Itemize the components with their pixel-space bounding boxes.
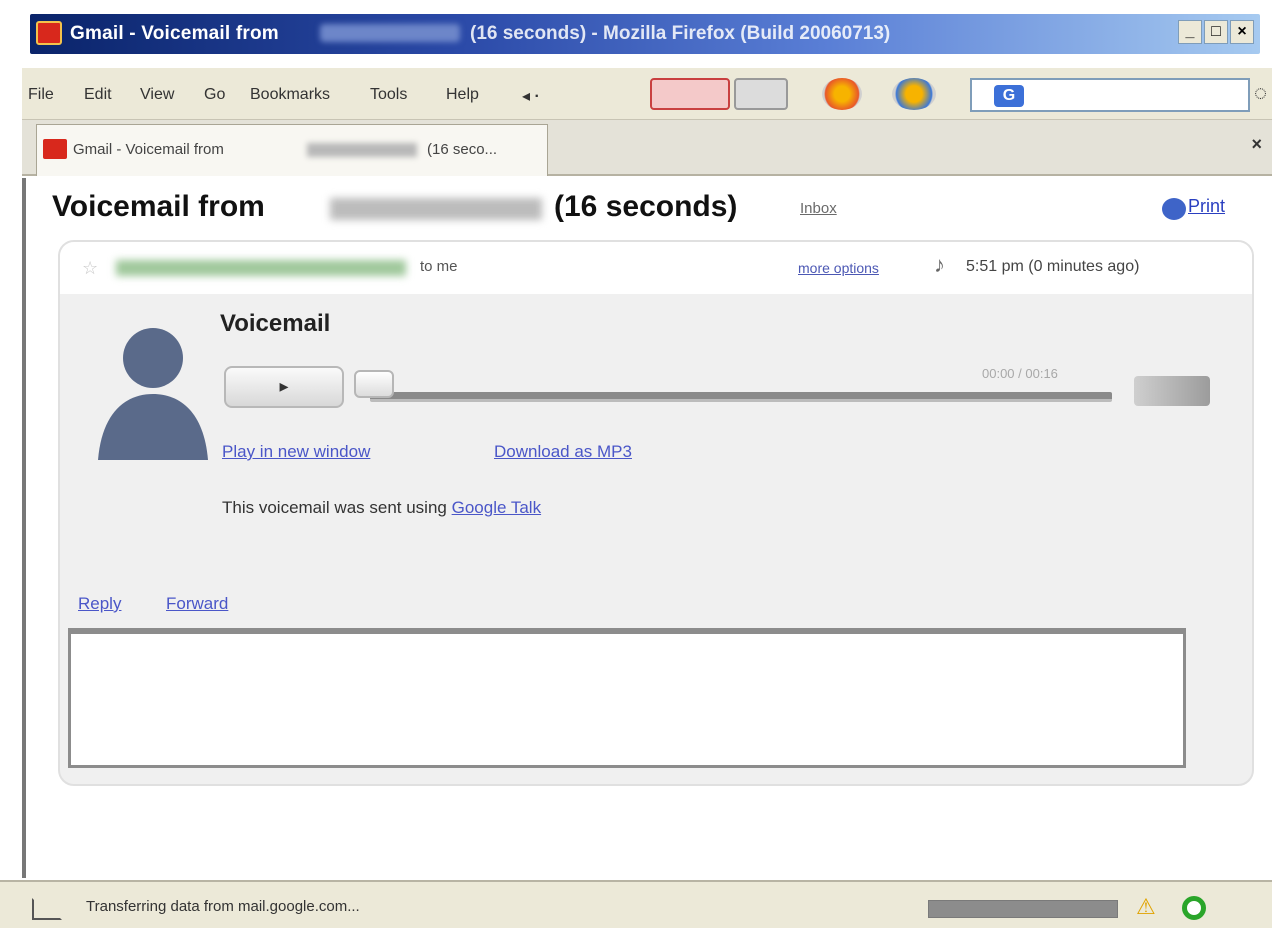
tab-label: Gmail - Voicemail from [73,141,224,158]
gmail-favicon-icon [43,139,67,159]
inbox-label[interactable]: Inbox [800,200,837,217]
forward-link[interactable]: Forward [166,594,228,614]
print-icon[interactable] [1162,198,1186,220]
extension-icon-1[interactable] [822,78,862,110]
message-timestamp: 5:51 pm (0 minutes ago) [966,258,1140,275]
redacted-name [307,143,417,157]
minimize-button[interactable]: _ [1178,20,1202,44]
tab-gmail[interactable]: Gmail - Voicemail from (16 seco... [36,124,548,176]
play-in-new-window-link[interactable]: Play in new window [222,442,370,462]
download-mp3-link[interactable]: Download as MP3 [494,442,632,462]
redacted-sender [116,260,406,276]
playback-time: 00:00 / 00:16 [982,366,1058,381]
message-header: ☆ to me more options ♪ 5:51 pm (0 minute… [60,242,1252,294]
extension-icon-2[interactable] [892,78,936,110]
audio-attachment-icon: ♪ [934,252,945,277]
volume-slider[interactable] [1134,376,1210,406]
close-window-button[interactable]: × [1230,20,1254,44]
sent-using-text: This voicemail was sent using Google Tal… [222,498,541,518]
redacted-name [320,24,460,42]
menu-help[interactable]: Help [446,86,479,104]
status-text: Transferring data from mail.google.com..… [86,898,360,915]
avatar-silhouette-icon [98,328,208,460]
menu-view[interactable]: View [140,86,174,104]
menu-file[interactable]: File [28,86,54,104]
throbber-icon: ◌ [1254,80,1268,105]
google-talk-link[interactable]: Google Talk [452,498,541,517]
status-bar: Transferring data from mail.google.com..… [0,880,1272,928]
menu-bookmarks[interactable]: Bookmarks [250,86,330,104]
menu-tools[interactable]: Tools [370,86,407,104]
dropdown-chevron-icon[interactable] [734,78,788,110]
menu-edit[interactable]: Edit [84,86,112,104]
close-tab-icon[interactable]: × [1251,134,1262,155]
window-title-bar: Gmail - Voicemail from (16 seconds) - Mo… [0,0,1272,66]
seek-bar[interactable] [370,392,1112,402]
window-title: Gmail - Voicemail from [70,23,279,44]
seek-handle[interactable] [354,370,394,398]
status-ok-icon[interactable] [1182,896,1206,920]
print-link[interactable]: Print [1188,196,1225,217]
menu-go[interactable]: Go [204,86,225,104]
tab-bar: Gmail - Voicemail from (16 seco... × [22,120,1272,176]
firefox-app-icon[interactable] [36,21,62,45]
maximize-button[interactable]: □ [1204,20,1228,44]
warning-icon[interactable]: ⚠ [1136,894,1156,920]
menu-bar: File Edit View Go Bookmarks Tools Help ◂… [22,68,1272,120]
back-arrow-icon[interactable]: ◂ · [522,86,540,106]
email-view: Voicemail from (16 seconds) Inbox Print … [22,178,1272,878]
redacted-name [330,198,542,220]
email-subject: Voicemail from [52,190,265,223]
status-progress-bar [928,900,1118,918]
reply-link[interactable]: Reply [78,594,121,614]
play-button[interactable]: ▸ [224,366,344,408]
gmail-notifier-icon[interactable] [650,78,730,110]
recipient-label: to me [420,258,458,275]
search-engine-icon[interactable]: G [994,85,1024,107]
tab-label-suffix: (16 seco... [427,141,498,158]
reply-textarea[interactable] [68,628,1186,768]
star-icon[interactable]: ☆ [82,258,98,279]
email-subject-duration: (16 seconds) [554,190,738,223]
window-title-suffix: (16 seconds) - Mozilla Firefox (Build 20… [470,23,891,44]
voicemail-title: Voicemail [220,310,331,337]
more-options-link[interactable]: more options [798,260,879,276]
message-card: ☆ to me more options ♪ 5:51 pm (0 minute… [58,240,1254,786]
sent-using-prefix: This voicemail was sent using [222,498,447,517]
connection-status-icon [32,898,62,920]
